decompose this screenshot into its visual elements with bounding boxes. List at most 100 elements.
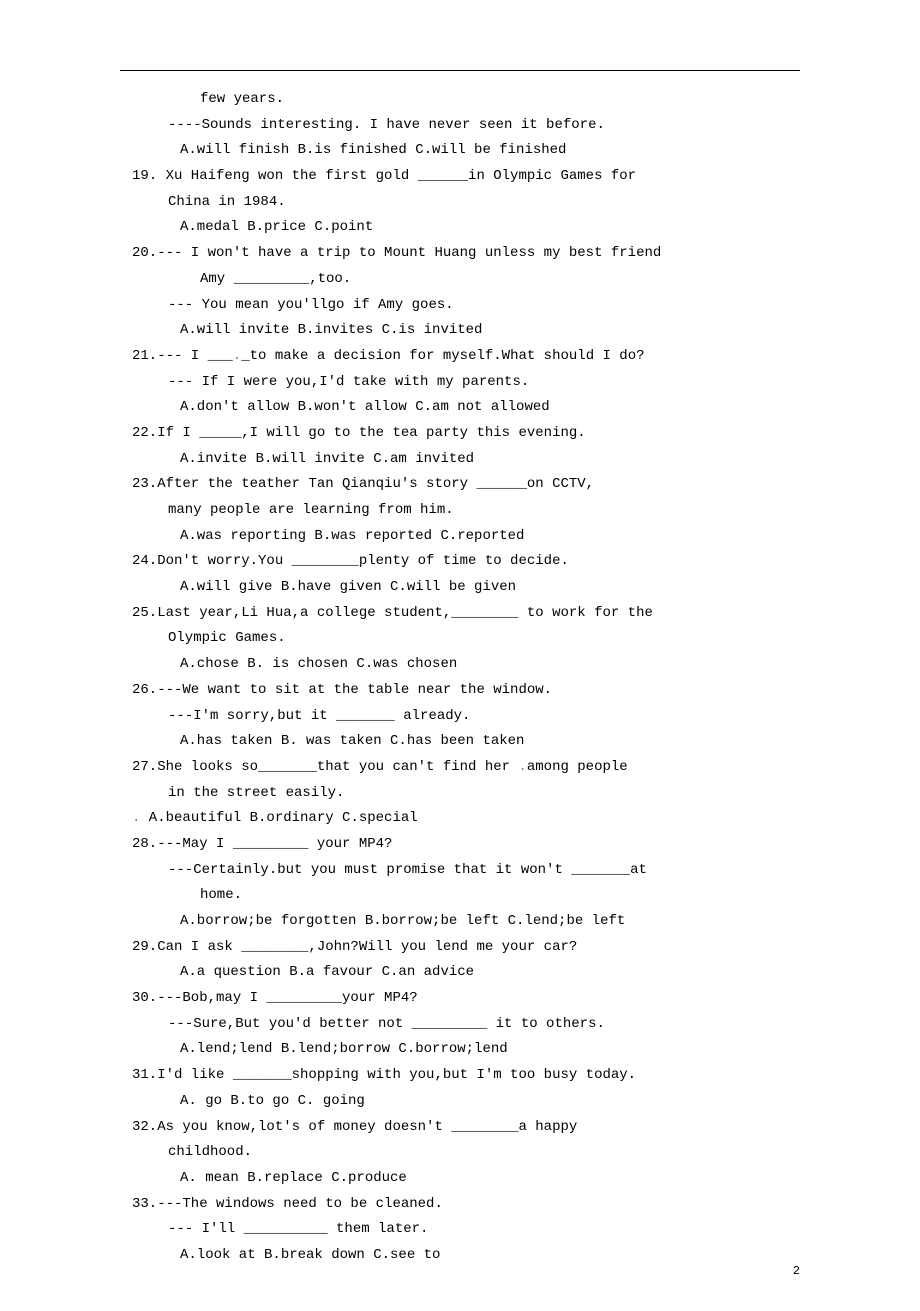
dialog-line: ---Certainly.but you must promise that i… — [120, 860, 800, 882]
options-text: A.borrow;be forgotten B.borrow;be left C… — [180, 913, 625, 929]
question-line: 33.---The windows need to be cleaned. — [120, 1194, 800, 1216]
question-text: 22.If I _____,I will go to the tea party… — [132, 425, 586, 441]
question-line: 26.---We want to sit at the table near t… — [120, 680, 800, 702]
question-text: 23.After the teather Tan Qianqiu's story… — [132, 476, 594, 492]
dialog-text: ---Sure,But you'd better not _________ i… — [168, 1016, 605, 1032]
options-text: A. mean B.replace C.produce — [180, 1170, 407, 1186]
options-text: A.was reporting B.was reported C.reporte… — [180, 528, 524, 544]
options-line: A.was reporting B.was reported C.reporte… — [120, 526, 800, 548]
options-text: A.will invite B.invites C.is invited — [180, 322, 482, 338]
dialog-text: --- I'll __________ them later. — [168, 1221, 428, 1237]
options-text: A. go B.to go C. going — [180, 1093, 365, 1109]
question-line: 32.As you know,lot's of money doesn't __… — [120, 1117, 800, 1139]
dialog-text: ---Certainly.but you must promise that i… — [168, 862, 647, 878]
dialog-line: China in 1984. — [120, 192, 800, 214]
options-line: A.don't allow B.won't allow C.am not all… — [120, 397, 800, 419]
question-line: 24.Don't worry.You ________plenty of tim… — [120, 551, 800, 573]
dialog-text: in the street easily. — [168, 785, 344, 801]
question-text: 28.---May I _________ your MP4? — [132, 836, 392, 852]
dialog-text: ----Sounds interesting. I have never see… — [168, 117, 605, 133]
options-text: A.will give B.have given C.will be given — [180, 579, 516, 595]
question-line: 22.If I _____,I will go to the tea party… — [120, 423, 800, 445]
options-line: A.will invite B.invites C.is invited — [120, 320, 800, 342]
question-line: 20.--- I won't have a trip to Mount Huan… — [120, 243, 800, 265]
dialog-text: Olympic Games. — [168, 630, 286, 646]
dialog-line: ----Sounds interesting. I have never see… — [120, 115, 800, 137]
dialog-line: --- I'll __________ them later. — [120, 1219, 800, 1241]
question-line: 31.I'd like _______shopping with you,but… — [120, 1065, 800, 1087]
options-line: . A.beautiful B.ordinary C.special — [120, 808, 800, 830]
options-line: A.will finish B.is finished C.will be fi… — [120, 140, 800, 162]
question-text: 30.---Bob,may I _________your MP4? — [132, 990, 418, 1006]
dialog-line: childhood. — [120, 1142, 800, 1164]
question-text: 25.Last year,Li Hua,a college student,__… — [132, 605, 653, 621]
options-text: A.will finish B.is finished C.will be fi… — [180, 142, 566, 158]
question-text-suffix: among people — [527, 759, 628, 775]
options-line: A.a question B.a favour C.an advice — [120, 962, 800, 984]
options-line: A.borrow;be forgotten B.borrow;be left C… — [120, 911, 800, 933]
question-text-suffix: _to make a decision for myself.What shou… — [241, 348, 644, 364]
question-line: 25.Last year,Li Hua,a college student,__… — [120, 603, 800, 625]
dialog-line: Olympic Games. — [120, 628, 800, 650]
options-text: A.has taken B. was taken C.has been take… — [180, 733, 524, 749]
question-text: 29.Can I ask ________,John?Will you lend… — [132, 939, 577, 955]
options-line: A.lend;lend B.lend;borrow C.borrow;lend — [120, 1039, 800, 1061]
dialog-line: ---I'm sorry,but it _______ already. — [120, 706, 800, 728]
continuation-line: home. — [120, 885, 800, 907]
dialog-text: many people are learning from him. — [168, 502, 454, 518]
question-line: 23.After the teather Tan Qianqiu's story… — [120, 474, 800, 496]
question-text: 19. Xu Haifeng won the first gold ______… — [132, 168, 636, 184]
question-text-prefix: 21.--- I ___ — [132, 348, 233, 364]
dialog-line: ---Sure,But you'd better not _________ i… — [120, 1014, 800, 1036]
question-list: few years. ----Sounds interesting. I have… — [120, 89, 800, 1267]
dialog-line: in the street easily. — [120, 783, 800, 805]
question-line: 28.---May I _________ your MP4? — [120, 834, 800, 856]
options-line: A.has taken B. was taken C.has been take… — [120, 731, 800, 753]
dialog-text: ---I'm sorry,but it _______ already. — [168, 708, 470, 724]
dialog-text: China in 1984. — [168, 194, 286, 210]
question-line: 27.She looks so_______that you can't fin… — [120, 757, 800, 779]
document-page: few years. ----Sounds interesting. I have… — [0, 0, 920, 1311]
question-text: 26.---We want to sit at the table near t… — [132, 682, 552, 698]
question-text: 24.Don't worry.You ________plenty of tim… — [132, 553, 569, 569]
marker-dot: . — [518, 759, 526, 775]
question-text: 31.I'd like _______shopping with you,but… — [132, 1067, 636, 1083]
options-line: A.medal B.price C.point — [120, 217, 800, 239]
options-text: A.a question B.a favour C.an advice — [180, 964, 474, 980]
dialog-text: --- You mean you'llgo if Amy goes. — [168, 297, 454, 313]
dialog-text: childhood. — [168, 1144, 252, 1160]
dialog-line: many people are learning from him. — [120, 500, 800, 522]
options-line: A.will give B.have given C.will be given — [120, 577, 800, 599]
continuation-line: few years. — [120, 89, 800, 111]
options-line: A.invite B.will invite C.am invited — [120, 449, 800, 471]
horizontal-rule — [120, 70, 800, 71]
options-text-suffix: A.beautiful B.ordinary C.special — [140, 810, 417, 826]
marker-dot: . — [233, 348, 241, 364]
options-line: A.chose B. is chosen C.was chosen — [120, 654, 800, 676]
options-text: A.lend;lend B.lend;borrow C.borrow;lend — [180, 1041, 508, 1057]
continuation-text: few years. — [200, 91, 284, 107]
continuation-line: Amy _________,too. — [120, 269, 800, 291]
question-text: 32.As you know,lot's of money doesn't __… — [132, 1119, 577, 1135]
options-text: A.chose B. is chosen C.was chosen — [180, 656, 457, 672]
options-text: A.medal B.price C.point — [180, 219, 373, 235]
options-text: A.don't allow B.won't allow C.am not all… — [180, 399, 550, 415]
question-text-prefix: 27.She looks so_______that you can't fin… — [132, 759, 518, 775]
options-line: A. go B.to go C. going — [120, 1091, 800, 1113]
page-number: 2 — [793, 1262, 800, 1281]
continuation-text: home. — [200, 887, 242, 903]
dialog-text: --- If I were you,I'd take with my paren… — [168, 374, 529, 390]
options-text: A.look at B.break down C.see to — [180, 1247, 440, 1263]
continuation-text: Amy _________,too. — [200, 271, 351, 287]
question-line: 19. Xu Haifeng won the first gold ______… — [120, 166, 800, 188]
options-text: A.invite B.will invite C.am invited — [180, 451, 474, 467]
dialog-line: --- You mean you'llgo if Amy goes. — [120, 295, 800, 317]
options-line: A.look at B.break down C.see to — [120, 1245, 800, 1267]
question-line: 29.Can I ask ________,John?Will you lend… — [120, 937, 800, 959]
question-line: 30.---Bob,may I _________your MP4? — [120, 988, 800, 1010]
question-line: 21.--- I ___._to make a decision for mys… — [120, 346, 800, 368]
options-line: A. mean B.replace C.produce — [120, 1168, 800, 1190]
dialog-line: --- If I were you,I'd take with my paren… — [120, 372, 800, 394]
question-text: 33.---The windows need to be cleaned. — [132, 1196, 443, 1212]
question-text: 20.--- I won't have a trip to Mount Huan… — [132, 245, 661, 261]
